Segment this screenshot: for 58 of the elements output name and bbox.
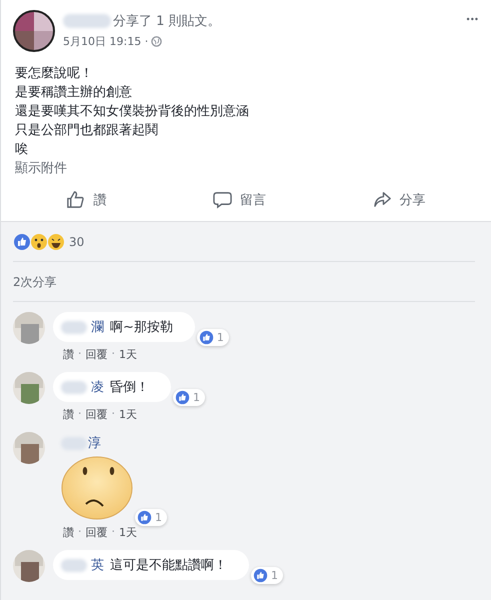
show-attachment-link[interactable]: 顯示附件: [15, 159, 479, 178]
like-icon: [198, 330, 214, 345]
comment-action: 1天: [119, 525, 137, 540]
like-icon: [137, 510, 152, 525]
commenter-name[interactable]: 凌: [91, 378, 104, 396]
comment-action: 1天: [119, 347, 137, 362]
like-count-badge[interactable]: 1: [251, 567, 283, 584]
share-arrow-icon: [372, 190, 392, 209]
separator-dot: ·: [78, 407, 82, 422]
comment-action[interactable]: 回覆: [86, 525, 108, 540]
like-count: 1: [271, 569, 278, 582]
post-text: 唉: [15, 141, 29, 159]
comment-action: 1天: [119, 407, 137, 422]
separator-dot: ·: [112, 525, 115, 540]
comment-text: 啊~那按勒: [110, 319, 173, 336]
post-text: 還是要嘆其不知女僕裝扮背後的性別意涵: [15, 103, 250, 121]
share-count[interactable]: 2次分享: [13, 262, 475, 302]
like-icon: [175, 390, 190, 405]
globe-icon: [151, 36, 162, 47]
post-text: 要怎麼說呢！: [15, 65, 94, 83]
comment-text: 這可是不能點讚啊！: [110, 557, 227, 574]
post-text: 是要稱讚主辦的創意: [15, 84, 133, 102]
commenter-name[interactable]: 瀾: [91, 318, 104, 336]
separator-dot: ·: [112, 347, 115, 362]
like-count-badge[interactable]: 1: [135, 509, 167, 526]
comment-action[interactable]: 讚: [63, 525, 74, 540]
commenter-name[interactable]: 英: [91, 556, 104, 574]
separator-dot: ·: [78, 347, 82, 362]
post-time[interactable]: 5月10日 19:15 ·: [63, 34, 148, 49]
action-button[interactable]: 讚: [58, 188, 114, 211]
comment-text: 昏倒！: [110, 379, 149, 396]
like-count-badge[interactable]: 1: [173, 389, 205, 406]
speech-bubble-icon: [212, 190, 232, 209]
blurred-name-drawing: [61, 558, 87, 572]
like-count: 1: [193, 391, 200, 404]
thumbs-up-icon: [66, 190, 86, 209]
action-button[interactable]: 分享: [364, 188, 434, 211]
comment-action[interactable]: 回覆: [86, 347, 108, 362]
more-button[interactable]: •••: [466, 14, 479, 24]
blurred-name-drawing: [61, 380, 87, 394]
like-count-badge[interactable]: 1: [196, 329, 229, 346]
commenter-name[interactable]: 淳: [88, 434, 101, 452]
blurred-name-drawing: [61, 320, 87, 334]
like-count: 1: [216, 331, 224, 344]
like-count: 1: [155, 511, 162, 524]
separator-dot: ·: [112, 407, 115, 422]
comment-action[interactable]: 讚: [63, 407, 74, 422]
reaction-count[interactable]: 30: [69, 235, 84, 249]
post-text: 只是公部門也都跟著起鬨: [15, 122, 159, 140]
blurred-name-drawing: [63, 14, 111, 28]
reaction-icons-drawing: [13, 233, 65, 251]
sad-face-sticker-icon: [61, 456, 133, 520]
action-button[interactable]: 留言: [204, 188, 274, 211]
like-icon: [253, 568, 268, 583]
comment-action[interactable]: 讚: [63, 347, 74, 362]
comment-action[interactable]: 回覆: [86, 407, 108, 422]
post-header: 分享了 1 則貼文。: [113, 13, 221, 30]
separator-dot: ·: [78, 525, 82, 540]
